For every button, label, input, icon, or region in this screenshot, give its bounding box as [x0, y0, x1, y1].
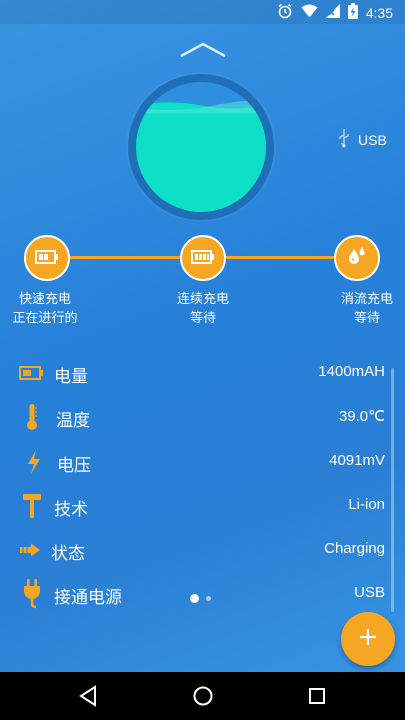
stage-status: 等待 [189, 311, 216, 326]
recents-button[interactable] [303, 682, 331, 710]
info-row-power-source: 接通电源 USB [0, 579, 405, 609]
power-source-label: USB [358, 131, 387, 148]
info-label: 电量 [54, 367, 88, 387]
plus-icon [358, 627, 378, 651]
stage-title: 快速充电 [18, 292, 71, 307]
stage-title: 连续充电 [176, 292, 229, 307]
stage-fast-charge[interactable] [24, 235, 70, 281]
stage-fast-charge-label: 快速充电 正在进行的 [0, 290, 100, 328]
signal-icon [325, 4, 340, 22]
stage-continuous-charge[interactable] [180, 235, 226, 281]
info-row-capacity: 电量 1400mAH [0, 358, 405, 388]
battery-charging-icon [347, 3, 358, 23]
stage-status: 等待 [353, 311, 380, 326]
battery-icon [17, 358, 47, 388]
usb-icon [338, 128, 350, 151]
info-row-temperature: 温度 39.0℃ [0, 402, 405, 432]
stage-continuous-charge-label: 连续充电 等待 [148, 290, 258, 328]
thermometer-icon [17, 402, 47, 432]
stage-status: 正在进行的 [12, 311, 78, 326]
page-indicator[interactable] [206, 596, 211, 601]
info-row-voltage: 电压 4091mV [0, 447, 405, 477]
info-row-technology: 技术 Li-ion [0, 491, 405, 521]
page-indicator-active[interactable] [190, 594, 199, 603]
hammer-icon [17, 491, 47, 521]
info-label: 状态 [51, 544, 85, 564]
screen: 4:35 USB 快速充电 正在进行的 连续充电 等待 消流充电 等待 电量 1… [0, 0, 405, 720]
arrow-icon [15, 535, 45, 565]
home-button[interactable] [189, 682, 217, 710]
battery-fill [136, 100, 266, 212]
info-row-status: 状态 Charging [0, 535, 405, 565]
battery-full-icon [191, 249, 215, 268]
back-icon [79, 685, 96, 707]
alarm-icon [277, 3, 293, 23]
battery-level-gauge [128, 74, 274, 220]
info-label: 电压 [57, 456, 91, 476]
status-bar: 4:35 [0, 0, 405, 24]
drops-icon [346, 245, 368, 271]
navigation-bar [0, 672, 405, 720]
info-value: USB [354, 584, 385, 601]
recents-icon [309, 688, 325, 704]
info-label: 温度 [56, 411, 90, 431]
power-source-indicator: USB [338, 128, 387, 151]
stage-trickle-charge-label: 消流充电 等待 [312, 290, 405, 328]
lightning-icon [19, 447, 49, 477]
plug-icon [17, 579, 47, 609]
stage-trickle-charge[interactable] [334, 235, 380, 281]
wifi-icon [301, 4, 318, 22]
status-time: 4:35 [365, 5, 393, 21]
home-icon [193, 686, 213, 706]
stage-title: 消流充电 [340, 292, 393, 307]
info-label: 接通电源 [54, 588, 122, 608]
battery-low-icon [35, 249, 59, 268]
info-value: Li-ion [348, 496, 385, 513]
info-value: 1400mAH [318, 363, 385, 380]
info-label: 技术 [54, 500, 88, 520]
scrollbar[interactable] [391, 368, 394, 612]
back-button[interactable] [74, 682, 102, 710]
add-button[interactable] [341, 612, 395, 666]
chevron-up-icon[interactable] [179, 40, 227, 60]
info-value: Charging [324, 540, 385, 557]
info-value: 39.0℃ [338, 408, 385, 425]
info-value: 4091mV [329, 452, 385, 469]
